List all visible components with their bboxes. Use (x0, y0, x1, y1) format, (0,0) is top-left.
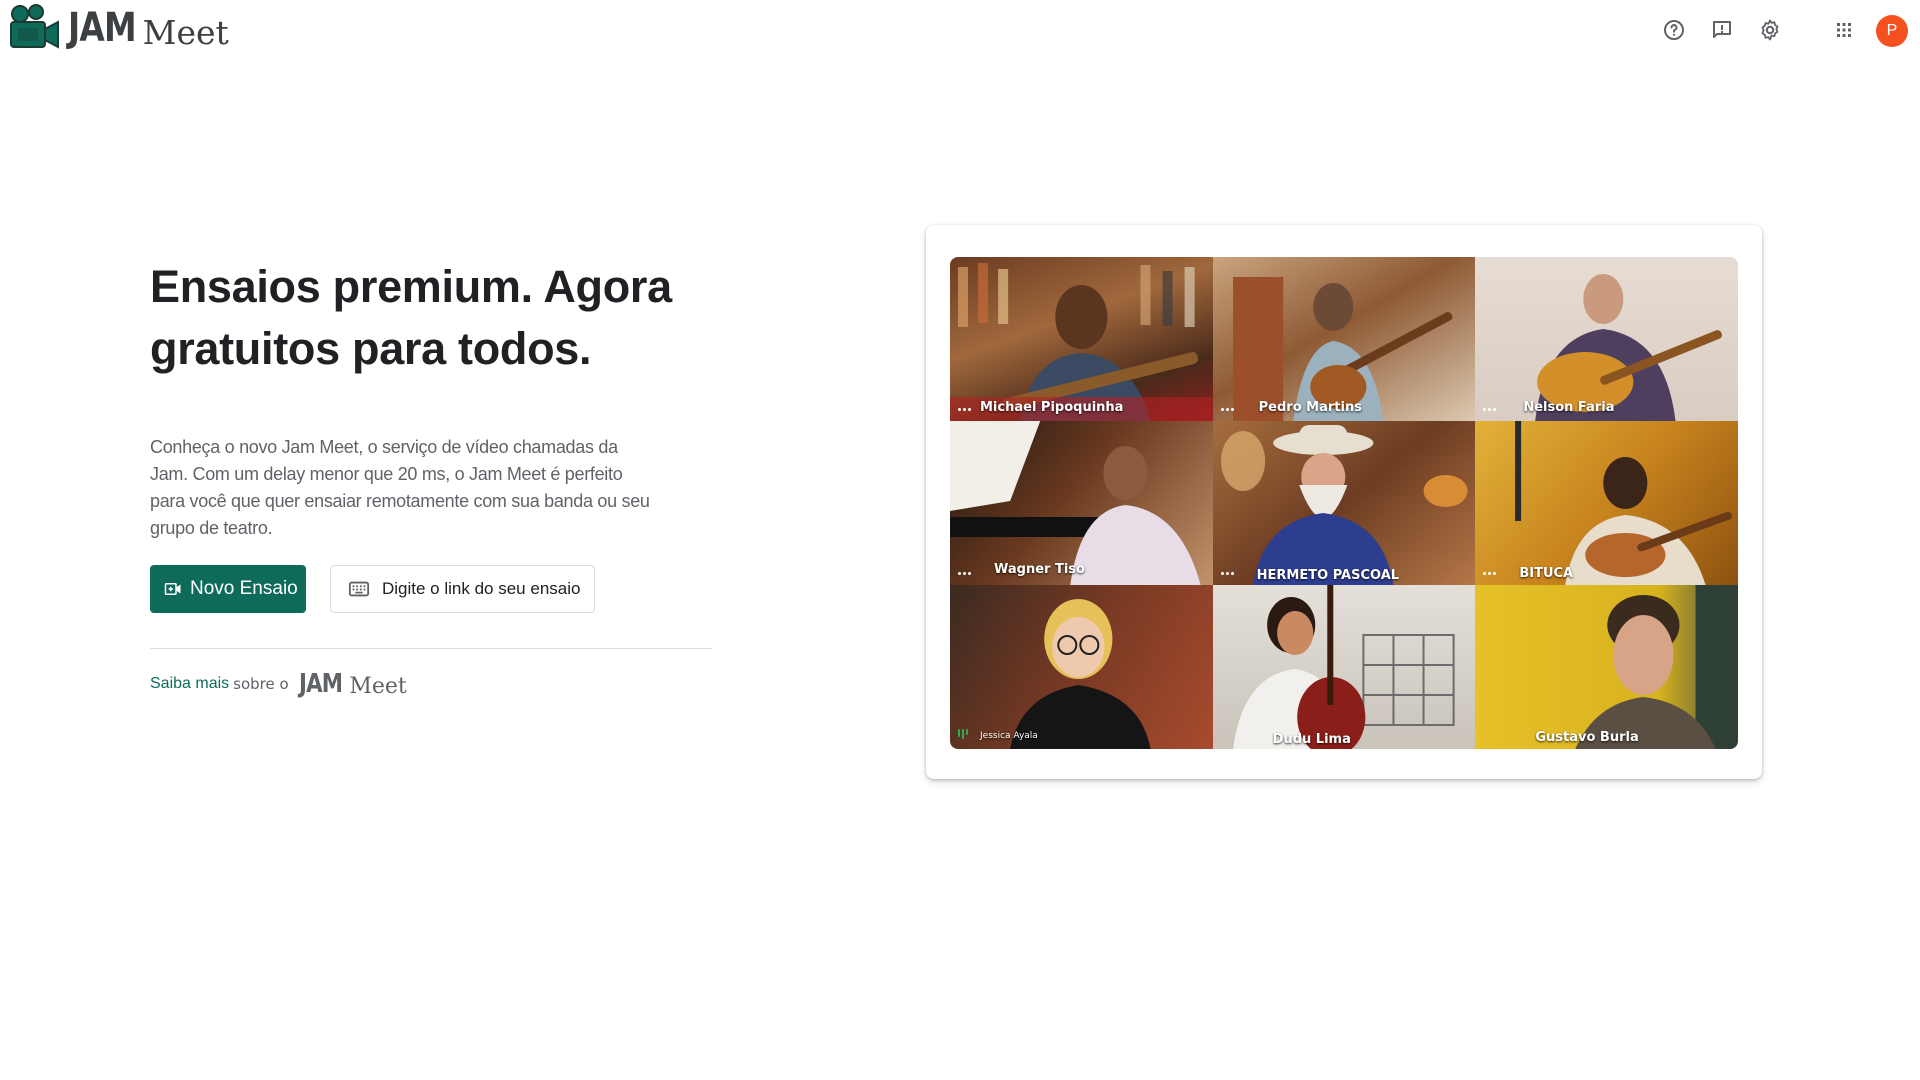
section-divider (150, 648, 712, 649)
participant-tile: Jessica Ayala (950, 585, 1213, 749)
new-rehearsal-button[interactable]: Novo Ensaio (150, 565, 306, 613)
participant-name: Michael Pipoquinha (980, 400, 1124, 415)
participant-name: HERMETO PASCOAL (1256, 568, 1400, 583)
learn-more-jam-logo: JAM (298, 669, 343, 699)
participant-video (1232, 585, 1455, 749)
feedback-icon (1713, 21, 1731, 38)
participant-video (1232, 277, 1453, 421)
help-button[interactable] (1656, 12, 1692, 48)
account-avatar[interactable]: P (1876, 15, 1908, 47)
keyboard-icon (348, 581, 370, 597)
participant-tile: Nelson Faria (1475, 257, 1738, 421)
jam-meet-logo[interactable]: JAM Meet (8, 2, 229, 54)
learn-more-row: Saiba mais sobre o JAM Meet (150, 666, 407, 702)
new-rehearsal-label: Novo Ensaio (190, 578, 298, 599)
participant-tile: Dudu Lima (1212, 585, 1476, 749)
participant-video (1515, 421, 1733, 585)
learn-more-about-text: sobre o (233, 675, 289, 693)
participant-name: Pedro Martins (1258, 400, 1362, 415)
participant-tile: Wagner Tiso (950, 421, 1213, 585)
participant-tile: Michael Pipoquinha (950, 257, 1213, 421)
participant-name: Gustavo Burla (1535, 730, 1639, 745)
apps-icon (1837, 23, 1851, 37)
participant-name: Dudu Lima (1272, 732, 1351, 747)
page-headline: Ensaios premium. Agora gratuitos para to… (150, 261, 672, 374)
feedback-button[interactable] (1704, 12, 1740, 48)
participant-tile: Pedro Martins (1212, 257, 1476, 421)
participant-video (950, 421, 1201, 585)
learn-more-link[interactable]: Saiba mais (150, 675, 229, 693)
participant-name: Wagner Tiso (994, 562, 1085, 577)
participant-video (1010, 599, 1151, 749)
participant-tile: BITUCA (1475, 421, 1738, 585)
intro-description: Conheça o novo Jam Meet, o serviço de ví… (150, 437, 650, 538)
rehearsal-link-placeholder: Digite o link do seu ensaio (382, 579, 581, 598)
participant-name: BITUCA (1519, 566, 1574, 581)
settings-icon (1761, 19, 1779, 41)
top-bar: JAM Meet P (0, 0, 1920, 64)
apps-button[interactable] (1826, 12, 1862, 48)
participant-video (1575, 585, 1738, 749)
participant-grid: Michael Pipoquinha Pedro Martins Nelson … (950, 257, 1738, 749)
participant-video (1535, 274, 1723, 421)
participant-name: Nelson Faria (1523, 400, 1615, 415)
camera-logo-icon (10, 4, 59, 49)
learn-more-meet-logo: Meet (349, 673, 407, 699)
rehearsal-link-input[interactable]: Digite o link do seu ensaio (330, 565, 595, 613)
settings-button[interactable] (1752, 12, 1788, 48)
participant-video (1220, 425, 1468, 585)
logo-meet-text: Meet (142, 12, 229, 52)
video-call-icon (164, 583, 181, 595)
logo-jam-text: JAM (68, 5, 137, 51)
speaking-indicator-icon (958, 729, 968, 739)
video-grid-card: Michael Pipoquinha Pedro Martins Nelson … (926, 225, 1762, 779)
participant-video (950, 263, 1213, 421)
participant-tile: Gustavo Burla (1475, 585, 1738, 749)
participant-tile: HERMETO PASCOAL (1212, 421, 1476, 585)
participant-name: Jessica Ayala (980, 731, 1038, 741)
help-icon (1664, 20, 1684, 40)
